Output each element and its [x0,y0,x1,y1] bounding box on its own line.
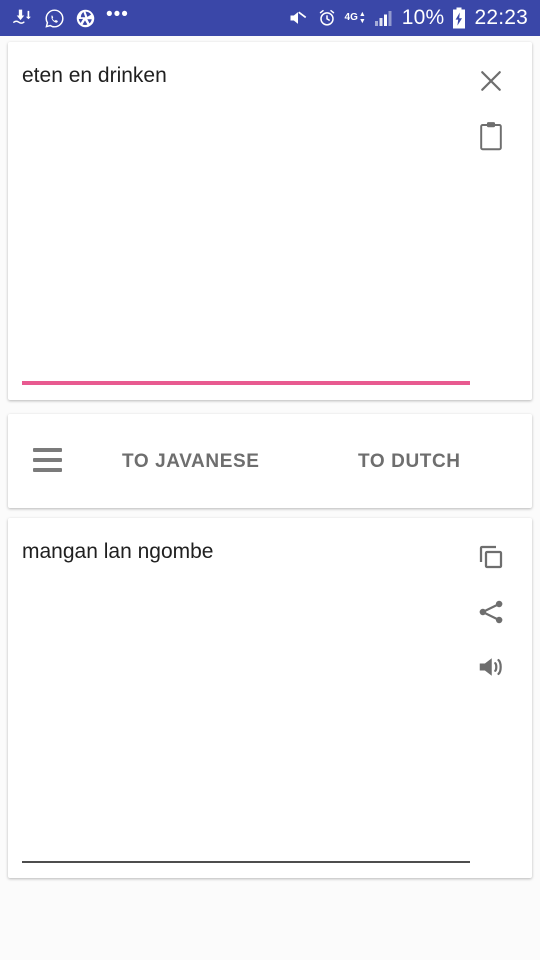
clipboard-icon [477,121,505,151]
status-overflow-dots: ••• [106,3,129,25]
download-upload-icon [12,8,34,28]
translate-to-dutch-button[interactable]: TO DUTCH [358,448,461,476]
hamburger-icon-bar [33,458,62,462]
paste-button[interactable] [468,113,514,159]
translated-text: mangan lan ngombe [22,540,214,563]
network-traffic-arrows: ▲ ▼ [358,11,366,25]
source-text-input[interactable]: eten en drinken [22,62,442,90]
clock-label: 22:23 [474,6,528,29]
source-text-card[interactable]: eten en drinken [8,42,532,400]
translate-to-javanese-button[interactable]: TO JAVANESE [122,448,260,476]
target-field-underline [22,861,470,863]
clear-button[interactable] [468,58,514,104]
share-button[interactable] [468,589,514,635]
menu-button[interactable] [33,448,62,472]
mute-icon [287,8,309,28]
alarm-clock-icon [317,8,337,28]
status-bar-right-group: 4G ▲ ▼ 10% 22:23 [287,6,528,30]
target-text-card[interactable]: mangan lan ngombe [8,518,532,878]
status-bar-left-group: ••• [12,3,129,29]
copy-button[interactable] [468,534,514,580]
copy-icon [476,542,506,572]
hamburger-icon-bar [33,448,62,452]
battery-percent-label: 10% [401,6,445,29]
speak-button[interactable] [468,644,514,690]
status-bar: ••• 4G ▲ ▼ 10% 22:23 [0,0,540,36]
hamburger-icon-bar [33,468,62,472]
network-type-label: 4G [344,12,358,23]
target-actions [468,534,514,699]
whatsapp-icon [44,8,65,29]
battery-charging-icon [452,7,466,29]
source-field-underline [22,381,470,385]
close-icon [476,66,506,96]
signal-bars-icon [374,9,394,27]
network-4g-icon: 4G ▲ ▼ [345,11,366,25]
share-icon [476,597,506,627]
source-actions [468,58,514,168]
speaker-icon [475,652,507,682]
camera-aperture-icon [75,8,96,29]
